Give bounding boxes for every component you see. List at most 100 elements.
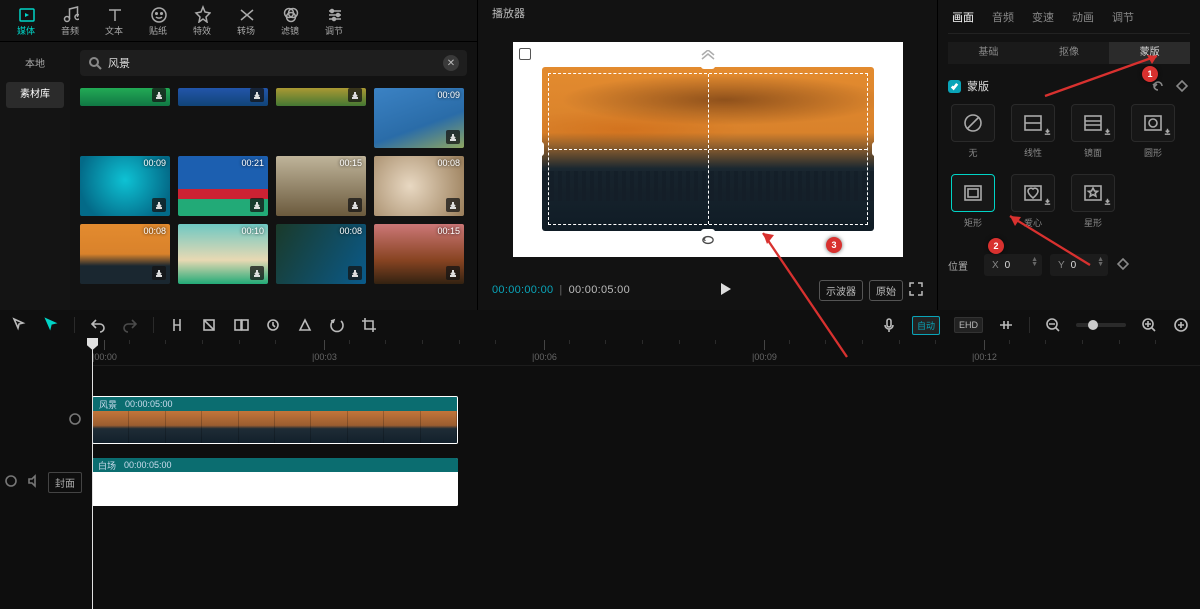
tool-sticker[interactable]: 贴纸 <box>138 1 178 41</box>
mask-rect[interactable] <box>951 174 995 212</box>
tool-media[interactable]: 媒体 <box>6 1 46 41</box>
auto-chip[interactable]: 自动 <box>912 316 940 335</box>
play-button[interactable] <box>715 279 735 302</box>
scope-button[interactable]: 示波器 <box>819 280 863 301</box>
subtab-mask[interactable]: 蒙版 <box>1109 42 1190 64</box>
tab-picture[interactable]: 画面 <box>952 9 974 25</box>
media-item[interactable]: 00:08 <box>80 224 170 284</box>
mask-none[interactable] <box>951 104 995 142</box>
align-icon[interactable] <box>997 316 1015 334</box>
reverse-icon[interactable] <box>328 316 346 334</box>
keyframe-diamond-icon[interactable] <box>1116 257 1130 274</box>
tab-speed[interactable]: 变速 <box>1032 9 1054 25</box>
pos-y-input[interactable]: Y0▲▼ <box>1050 254 1108 276</box>
pos-x-input[interactable]: X0▲▼ <box>984 254 1042 276</box>
media-item[interactable]: 00:15 <box>374 224 464 284</box>
media-item[interactable] <box>178 88 268 106</box>
mask-circle[interactable] <box>1131 104 1175 142</box>
redo-icon[interactable] <box>121 316 139 334</box>
mask-linear[interactable] <box>1011 104 1055 142</box>
freeze-icon[interactable] <box>296 316 314 334</box>
download-icon[interactable] <box>250 88 264 102</box>
pointer-accent-icon[interactable] <box>42 316 60 334</box>
mask-handle-left[interactable] <box>542 142 544 156</box>
bg-clip[interactable]: 白场00:00:05:00 <box>92 458 458 506</box>
media-item[interactable]: 00:21 <box>178 156 268 216</box>
tool-effect[interactable]: 特效 <box>182 1 222 41</box>
mute-icon[interactable] <box>26 474 40 491</box>
download-icon[interactable] <box>348 198 362 212</box>
tab-audio[interactable]: 音频 <box>992 9 1014 25</box>
section-label: 蒙版 <box>967 78 989 94</box>
media-item[interactable] <box>80 88 170 106</box>
tool-text[interactable]: 文本 <box>94 1 134 41</box>
download-icon[interactable] <box>250 198 264 212</box>
cursor-icon[interactable] <box>10 316 28 334</box>
zoom-slider[interactable] <box>1076 323 1126 327</box>
tool-label: 滤镜 <box>281 24 299 37</box>
zoom-fit-icon[interactable] <box>1172 316 1190 334</box>
delete-right-icon[interactable] <box>232 316 250 334</box>
split-icon[interactable] <box>168 316 186 334</box>
download-icon[interactable] <box>446 130 460 144</box>
chevron-up-icon[interactable] <box>699 50 717 65</box>
original-button[interactable]: 原始 <box>869 280 903 301</box>
download-icon[interactable] <box>152 266 166 280</box>
ehd-chip[interactable]: EHD <box>954 317 983 333</box>
media-item[interactable]: 00:10 <box>178 224 268 284</box>
side-tab-library[interactable]: 素材库 <box>6 82 64 108</box>
tool-adjust[interactable]: 调节 <box>314 1 354 41</box>
preview-frame[interactable] <box>542 67 874 231</box>
media-item[interactable]: 00:08 <box>276 224 366 284</box>
mask-enable-checkbox[interactable]: 蒙版 <box>948 78 989 94</box>
lock-icon[interactable] <box>68 412 82 429</box>
tool-audio[interactable]: 音频 <box>50 1 90 41</box>
media-item[interactable]: 00:08 <box>374 156 464 216</box>
download-icon[interactable] <box>250 266 264 280</box>
mask-mirror[interactable] <box>1071 104 1115 142</box>
zoom-out-icon[interactable] <box>1044 316 1062 334</box>
keyframe-icon[interactable] <box>1174 78 1190 94</box>
media-item[interactable]: 00:15 <box>276 156 366 216</box>
track-visible-icon[interactable] <box>4 474 18 491</box>
mask-handle-right[interactable] <box>872 142 874 156</box>
zoom-in-icon[interactable] <box>1140 316 1158 334</box>
mask-handle-top[interactable] <box>701 67 715 69</box>
search-input[interactable]: 风景 ✕ <box>80 50 467 76</box>
timeline-ruler[interactable]: |00:00|00:03|00:06|00:09|00:12 <box>92 340 1200 366</box>
download-icon[interactable] <box>152 88 166 102</box>
side-tab-local[interactable]: 本地 <box>6 52 64 78</box>
download-icon[interactable] <box>348 88 362 102</box>
tool-transition[interactable]: 转场 <box>226 1 266 41</box>
undo-icon[interactable] <box>89 316 107 334</box>
fullscreen-icon[interactable] <box>909 282 923 299</box>
media-item[interactable]: 00:09 <box>374 88 464 148</box>
download-icon[interactable] <box>348 266 362 280</box>
media-item[interactable]: 00:09 <box>80 156 170 216</box>
player-stage[interactable] <box>513 42 903 257</box>
rotate-icon[interactable] <box>699 234 717 249</box>
mic-icon[interactable] <box>880 316 898 334</box>
video-clip[interactable]: 风景00:00:05:00 <box>92 396 458 444</box>
download-icon[interactable] <box>446 266 460 280</box>
subtab-basic[interactable]: 基础 <box>948 42 1029 64</box>
media-item[interactable] <box>276 88 366 106</box>
tool-label: 媒体 <box>17 24 35 37</box>
playhead[interactable] <box>92 340 93 609</box>
tab-adjust[interactable]: 调节 <box>1112 9 1134 25</box>
mask-handle-bottom[interactable] <box>701 229 715 231</box>
tab-animation[interactable]: 动画 <box>1072 9 1094 25</box>
tool-filter[interactable]: 滤镜 <box>270 1 310 41</box>
mask-heart[interactable] <box>1011 174 1055 212</box>
corner-handle[interactable] <box>519 48 531 60</box>
crop-icon[interactable] <box>360 316 378 334</box>
search-clear[interactable]: ✕ <box>443 55 459 71</box>
download-icon[interactable] <box>446 198 460 212</box>
record-icon[interactable] <box>264 316 282 334</box>
delete-left-icon[interactable] <box>200 316 218 334</box>
clip-duration: 00:09 <box>143 158 166 168</box>
subtab-cutout[interactable]: 抠像 <box>1029 42 1110 64</box>
download-icon[interactable] <box>152 198 166 212</box>
cover-button[interactable]: 封面 <box>48 472 82 493</box>
mask-star[interactable] <box>1071 174 1115 212</box>
